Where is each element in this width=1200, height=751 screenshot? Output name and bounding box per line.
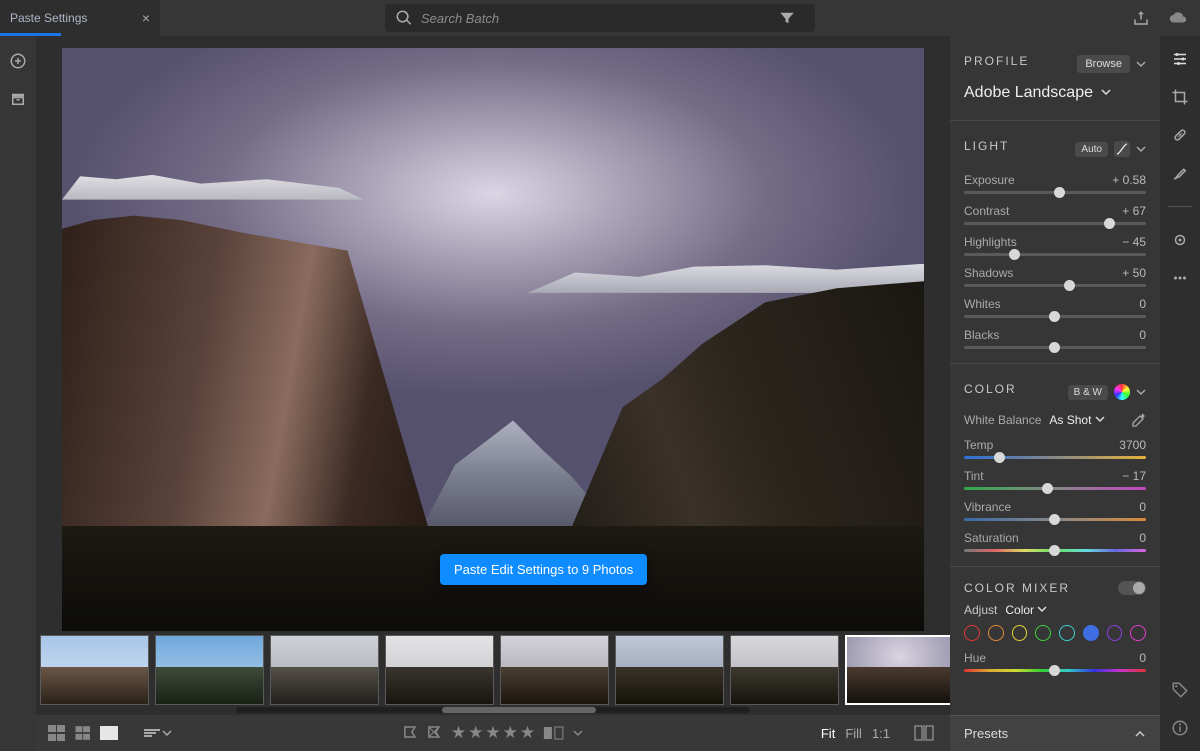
sort-button[interactable] [144,728,172,738]
search-input[interactable]: Search Batch [385,4,815,32]
document-tab[interactable]: Paste Settings × [0,0,160,36]
main-preview[interactable] [62,48,924,631]
wb-label: White Balance [964,413,1041,427]
hue-slider[interactable]: Hue0 [964,651,1146,672]
single-view-icon[interactable] [100,726,118,740]
heal-icon[interactable] [1171,126,1189,144]
swatch-2[interactable] [1012,625,1028,641]
grid-small-icon[interactable] [76,726,93,740]
filmstrip [36,631,950,715]
share-icon[interactable] [1132,9,1150,27]
before-after-icon[interactable] [543,726,565,740]
profile-select[interactable]: Adobe Landscape [964,84,1146,102]
chevron-down-icon[interactable] [573,728,583,738]
swatch-5[interactable] [1083,625,1099,641]
temp-slider[interactable]: Temp3700 [964,438,1146,459]
thumbnail[interactable] [730,635,839,705]
adjust-select[interactable]: Color [1005,603,1047,617]
left-toolbar [0,36,36,751]
chevron-down-icon [1037,604,1047,614]
crop-icon[interactable] [1171,88,1189,106]
bottom-bar: ★★★★★ Fit Fill 1:1 [36,715,950,751]
bw-button[interactable]: B & W [1068,385,1108,400]
shadows-slider[interactable]: Shadows+ 50 [964,266,1146,287]
chevron-down-icon[interactable] [1136,144,1146,154]
browse-profiles-button[interactable]: Browse [1077,55,1130,73]
canvas-area: Paste Edit Settings to 9 Photos [36,36,950,715]
thumbnail[interactable] [40,635,149,705]
grid-large-icon[interactable] [48,725,68,741]
zoom-fill[interactable]: Fill [845,726,862,741]
zoom-fit[interactable]: Fit [821,726,835,741]
swatch-6[interactable] [1107,625,1123,641]
thumbnail[interactable] [385,635,494,705]
paste-tooltip: Paste Edit Settings to 9 Photos [440,554,647,585]
top-bar: Paste Settings × Search Batch [0,0,1200,36]
tab-title: Paste Settings [10,11,87,25]
swatch-0[interactable] [964,625,980,641]
vibrance-slider[interactable]: Vibrance0 [964,500,1146,521]
search-placeholder: Search Batch [421,11,499,26]
exposure-slider[interactable]: Exposure+ 0.58 [964,173,1146,194]
swatch-1[interactable] [988,625,1004,641]
brush-icon[interactable] [1171,164,1189,182]
info-icon[interactable] [1171,719,1189,737]
zoom-one[interactable]: 1:1 [872,726,890,741]
swatch-4[interactable] [1059,625,1075,641]
flag-pick-icon[interactable] [403,725,419,741]
adjust-label: Adjust [964,603,997,617]
chevron-up-icon [1134,728,1146,740]
mixer-toggle[interactable] [1118,581,1146,595]
sliders-icon[interactable] [1171,50,1189,68]
whites-slider[interactable]: Whites0 [964,297,1146,318]
swatch-7[interactable] [1130,625,1146,641]
color-wheel-icon[interactable] [1114,384,1130,400]
filter-icon[interactable] [778,9,796,27]
chevron-down-icon [162,728,172,738]
right-toolbar [1160,36,1200,751]
eyedropper-icon[interactable] [1130,412,1146,428]
chevron-down-icon[interactable] [1136,59,1146,69]
presets-button[interactable]: Presets [950,715,1160,751]
saturation-slider[interactable]: Saturation0 [964,531,1146,552]
target-icon[interactable] [1171,231,1189,249]
more-icon[interactable] [1171,269,1189,287]
zoom-controls[interactable]: Fit Fill 1:1 [821,726,890,741]
highlights-slider[interactable]: Highlights− 45 [964,235,1146,256]
color-heading: COLOR [964,382,1017,396]
chevron-down-icon[interactable] [1136,387,1146,397]
archive-icon[interactable] [9,90,27,108]
chevron-down-icon [1101,87,1111,97]
tone-curve-icon[interactable] [1114,141,1130,157]
compare-icon[interactable] [914,725,934,741]
thumbnail[interactable] [270,635,379,705]
tag-icon[interactable] [1171,681,1189,699]
rating-stars[interactable]: ★★★★★ [451,723,535,743]
thumbs-row [36,635,950,705]
wb-select[interactable]: As Shot [1049,413,1104,427]
profile-heading: PROFILE [964,54,1029,68]
thumbnail[interactable] [845,635,954,705]
blacks-slider[interactable]: Blacks0 [964,328,1146,349]
swatch-3[interactable] [1035,625,1051,641]
flag-reject-icon[interactable] [427,725,443,741]
chevron-down-icon [1095,414,1105,424]
top-right [778,9,1190,27]
thumbnail[interactable] [155,635,264,705]
cloud-icon[interactable] [1166,9,1190,27]
add-icon[interactable] [9,52,27,70]
thumbnail[interactable] [500,635,609,705]
mixer-heading: COLOR MIXER [964,581,1070,595]
color-swatches [964,625,1146,641]
contrast-slider[interactable]: Contrast+ 67 [964,204,1146,225]
edit-panel: PROFILE Browse Adobe Landscape LIGHT Aut… [950,36,1160,751]
search-icon [395,9,413,27]
light-heading: LIGHT [964,139,1009,153]
filmstrip-scrollbar[interactable] [236,707,750,715]
thumbnail[interactable] [615,635,724,705]
tint-slider[interactable]: Tint− 17 [964,469,1146,490]
close-tab-icon[interactable]: × [142,10,150,26]
auto-button[interactable]: Auto [1075,142,1108,157]
